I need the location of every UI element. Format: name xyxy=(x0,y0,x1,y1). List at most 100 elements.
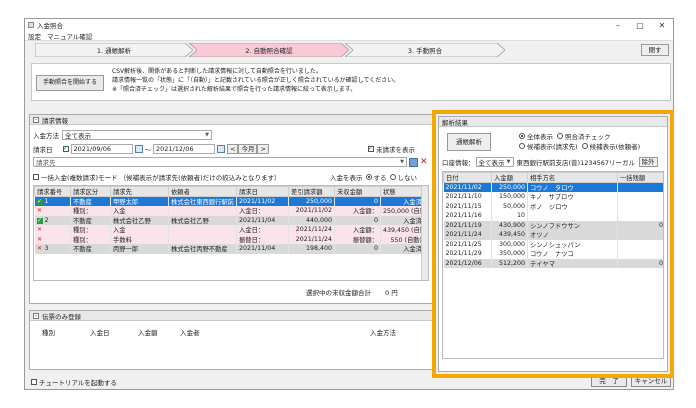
client-search-select[interactable]: 請求先 ▼ xyxy=(33,157,407,167)
table-cell: 株式会社乙野 xyxy=(168,215,237,225)
col-net-amount[interactable]: 差引請求額 xyxy=(288,186,335,197)
check-icon[interactable]: ✓ xyxy=(36,217,43,224)
clear-icon[interactable]: ✕ xyxy=(420,157,428,167)
menu-manual[interactable]: マニュアル確認 xyxy=(47,31,92,41)
col-bill-no[interactable]: 請求番号 xyxy=(34,186,71,197)
col-unpaid[interactable]: 未収金額 xyxy=(334,186,381,197)
step-1: 1. 通帳解析 xyxy=(35,43,193,57)
back-button[interactable]: 閉す xyxy=(641,44,669,56)
info-line-1: CSV解析後、関係があると判断した請求情報に対して自動照合を行いました。 xyxy=(112,68,322,75)
date-filter-checkbox[interactable] xyxy=(62,144,69,152)
table-cell: 250,000 (自動) xyxy=(380,206,425,216)
table-cell: 2021/11/24 xyxy=(288,225,335,235)
date-from-input[interactable]: 2021/09/06 xyxy=(70,144,133,154)
slip-header[interactable]: – 伝票のみ登録 xyxy=(30,311,432,321)
radio-all[interactable] xyxy=(519,133,525,139)
table-cell: 0 xyxy=(334,244,381,254)
show-paid-yes-label: する xyxy=(373,174,387,182)
col-bill-type[interactable]: 請求区分 xyxy=(70,186,111,197)
cross-icon[interactable]: ✕ xyxy=(37,227,43,233)
table-row[interactable]: ✕ 種別： 入金 入金日： 2021/11/02 入金額： 250,000 (自動) xyxy=(34,206,425,216)
show-paid-yes-radio[interactable] xyxy=(365,174,372,180)
table-cell: 2021/11/15 xyxy=(443,201,492,211)
col-client[interactable]: 請求先 xyxy=(110,186,169,197)
check-icon[interactable]: ✓ xyxy=(36,199,43,205)
date-to-input[interactable]: 2021/12/06 xyxy=(153,144,215,154)
table-row[interactable]: 2021/11/10 150,000 キノ サブロウ xyxy=(443,192,663,202)
prev-month-button[interactable]: < xyxy=(227,144,239,154)
results-table: 日付 入金額 相手方名 一括残額 2021/11/02 250,000 コウノ タロ… xyxy=(443,172,663,268)
total-value: 0 円 xyxy=(385,289,398,297)
table-row[interactable]: 2021/11/16 10 xyxy=(443,211,663,221)
start-manual-match-button[interactable]: 手動照合を開始する xyxy=(36,75,104,91)
table-cell: 512,200 xyxy=(491,258,528,268)
radio-matched[interactable] xyxy=(557,133,563,139)
bulk-mode-label: 一括入金(複数請求)モード （候補表示が請求先(依頼者)だけの絞込みとなります） xyxy=(41,174,281,182)
show-unbilled-checkbox[interactable] xyxy=(368,144,374,152)
account-select[interactable]: 全て表示 ▼ xyxy=(475,157,514,167)
billing-scrollbar[interactable] xyxy=(421,186,428,280)
col-status[interactable]: 状態 xyxy=(380,186,425,197)
table-row[interactable]: 2021/11/02 250,000 コウノ タロウ xyxy=(443,182,663,192)
col-bill-date[interactable]: 請求日 xyxy=(236,186,289,197)
cross-icon[interactable]: ✕ xyxy=(37,236,43,243)
table-row[interactable]: 2021/12/06 512,200 テイヤマ 0 xyxy=(443,258,663,268)
col-counterparty[interactable]: 相手方名 xyxy=(527,172,618,183)
radio-candidate-client[interactable] xyxy=(519,143,525,149)
table-cell: 入金日： xyxy=(236,206,289,216)
radio-candidate-requester[interactable] xyxy=(581,143,588,149)
col-requester[interactable]: 依頼者 xyxy=(168,186,237,197)
col-amount[interactable]: 入金額 xyxy=(491,172,528,183)
client-placeholder: 請求先 xyxy=(36,159,56,167)
cross-icon[interactable]: ✕ xyxy=(37,246,43,252)
table-cell: コウノ タロウ xyxy=(527,182,618,192)
table-row[interactable]: 2021/11/25 300,000 シンノシュッパン xyxy=(443,239,663,249)
analysis-results-highlight: 解析結果 通帳解析 全体表示 照合済チェック 候補表示(請求先) 候補表示(依頼… xyxy=(432,110,674,378)
table-cell: オツノ xyxy=(527,230,618,240)
table-row[interactable]: ✕ 3 不動産 丙野一郎 株式会社丙野不動産 2021/11/04 198,400 0 入金済 xyxy=(34,244,425,254)
table-cell: ✓ 2 xyxy=(34,215,71,225)
exclude-button[interactable]: 除外 xyxy=(638,157,658,167)
table-cell: 不動産 xyxy=(70,244,111,254)
table-row[interactable]: ✓ 2 不動産 株式会社乙野 株式会社乙野 2021/11/04 440,000 0 入金済 xyxy=(34,215,425,225)
table-row[interactable]: 2021/11/19 430,900 シンノフドウサン 0 xyxy=(443,220,663,230)
collapse-icon[interactable]: – xyxy=(33,312,39,319)
this-month-button[interactable]: 今月 xyxy=(238,144,258,154)
minimize-button[interactable]: – xyxy=(607,21,629,30)
analyze-button[interactable]: 通帳解析 xyxy=(447,133,491,151)
menu-settings[interactable]: 設定 xyxy=(28,31,41,41)
cross-icon[interactable]: ✕ xyxy=(37,208,43,214)
table-row[interactable]: ✓ 1 不動産 甲野太郎 株式会社東西銀行駅前 2021/11/02 250,000 0 入金済 xyxy=(34,196,425,206)
results-header: 解析結果 xyxy=(439,117,667,127)
calendar-icon[interactable] xyxy=(217,145,225,153)
table-cell xyxy=(617,192,663,202)
table-cell: 種別： xyxy=(70,225,111,235)
table-cell: 丙野一郎 xyxy=(110,244,169,254)
show-paid-no-radio[interactable] xyxy=(389,174,396,180)
next-month-button[interactable]: > xyxy=(257,144,269,154)
search-icon[interactable] xyxy=(409,157,418,167)
close-window-button[interactable]: ✕ xyxy=(651,21,673,30)
table-cell: 入金 xyxy=(110,206,169,216)
table-row[interactable]: ✕ 種別： 入金 入金日： 2021/11/24 入金額： 439,450 (自動) xyxy=(34,225,425,235)
table-cell: 300,000 xyxy=(491,239,528,249)
billing-header[interactable]: – 請求情報 xyxy=(30,115,432,125)
method-select[interactable]: 全て表示 ▼ xyxy=(62,130,212,140)
table-row[interactable]: 2021/11/24 439,450 オツノ xyxy=(443,230,663,240)
col-date[interactable]: 日付 xyxy=(443,172,492,183)
bulk-mode-checkbox[interactable] xyxy=(33,174,39,180)
table-cell: 振替日： xyxy=(236,234,289,244)
table-row[interactable]: ✕ 種別： 手数料 振替日： 2021/11/24 振替額： 550 (自動) xyxy=(34,234,425,244)
collapse-icon[interactable]: – xyxy=(33,116,39,123)
table-row[interactable]: 2021/11/15 50,000 ボノ ジロウ xyxy=(443,201,663,211)
tutorial-checkbox[interactable] xyxy=(31,379,37,385)
table-cell: 2021/11/10 xyxy=(443,192,492,202)
step-3: 3. 手動照合 xyxy=(345,43,505,57)
table-cell: 2021/11/02 xyxy=(288,206,335,216)
maximize-button[interactable]: ▢ xyxy=(629,21,651,30)
table-cell: 不動産 xyxy=(70,215,111,225)
col-bulk-rest[interactable]: 一括残額 xyxy=(617,172,663,183)
tutorial-label: チュートリアルを起動する xyxy=(39,379,117,387)
calendar-icon[interactable] xyxy=(134,145,143,153)
table-row[interactable]: 2021/11/29 350,000 コウノ ナツコ xyxy=(443,249,663,259)
